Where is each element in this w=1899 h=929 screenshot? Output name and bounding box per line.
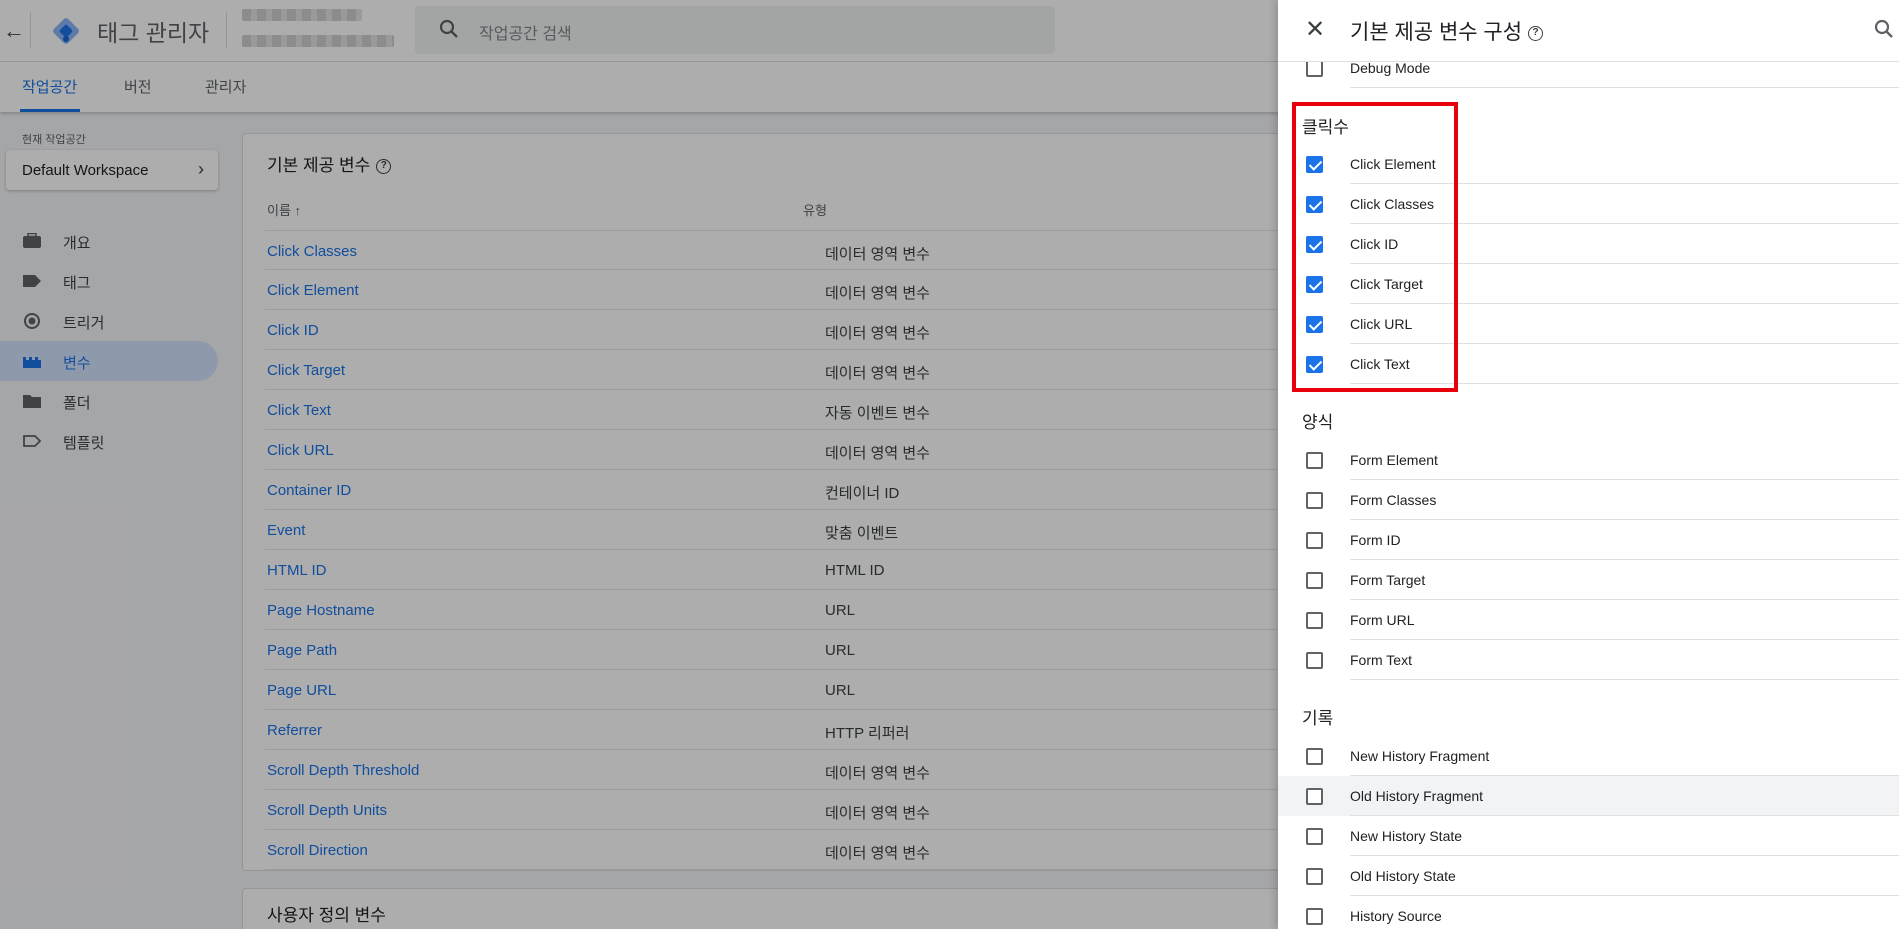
- option-label: Debug Mode: [1350, 60, 1431, 76]
- checkbox[interactable]: [1306, 748, 1323, 765]
- option-label: Form ID: [1350, 532, 1401, 548]
- variable-option[interactable]: Form Element: [1278, 440, 1899, 480]
- divider: [1350, 87, 1899, 88]
- checkbox[interactable]: [1306, 612, 1323, 629]
- checkbox[interactable]: [1306, 908, 1323, 925]
- variable-option[interactable]: New History State: [1278, 816, 1899, 856]
- checkbox[interactable]: [1306, 60, 1323, 77]
- option-label: Form Target: [1350, 572, 1426, 588]
- checkbox[interactable]: [1306, 572, 1323, 589]
- variable-option[interactable]: Form Target: [1278, 560, 1899, 600]
- option-label: Old History Fragment: [1350, 788, 1484, 804]
- drawer-title-text: 기본 제공 변수 구성: [1350, 21, 1523, 44]
- option-label: History Source: [1350, 908, 1442, 924]
- checkbox[interactable]: [1306, 492, 1323, 509]
- checkbox[interactable]: [1306, 452, 1323, 469]
- variable-option[interactable]: New History Fragment: [1278, 736, 1899, 776]
- variable-option[interactable]: Form Text: [1278, 640, 1899, 680]
- variable-option[interactable]: Form ID: [1278, 520, 1899, 560]
- checkbox[interactable]: [1306, 788, 1323, 805]
- close-icon: ✕: [1304, 16, 1326, 43]
- highlight-box: [1292, 102, 1458, 392]
- modal-scrim[interactable]: [0, 0, 1278, 929]
- checkbox[interactable]: [1306, 532, 1323, 549]
- variable-option[interactable]: History Source: [1278, 896, 1899, 929]
- option-label: Form Classes: [1350, 492, 1437, 508]
- option-label: Form URL: [1350, 612, 1415, 628]
- variable-option[interactable]: Old History Fragment: [1278, 776, 1899, 816]
- variable-option[interactable]: Form Classes: [1278, 480, 1899, 520]
- close-button[interactable]: ✕: [1302, 17, 1328, 43]
- option-label: Form Element: [1350, 452, 1438, 468]
- option-label: Form Text: [1350, 652, 1412, 668]
- search-icon[interactable]: [1872, 17, 1896, 41]
- divider: [1350, 679, 1899, 680]
- drawer-header: ✕ 기본 제공 변수 구성?: [1278, 0, 1899, 62]
- drawer-title: 기본 제공 변수 구성?: [1350, 16, 1544, 46]
- help-icon[interactable]: ?: [1528, 25, 1544, 41]
- option-label: Old History State: [1350, 868, 1456, 884]
- variable-option[interactable]: Form URL: [1278, 600, 1899, 640]
- section-title: 양식: [1302, 413, 1334, 432]
- option-label: New History State: [1350, 828, 1463, 844]
- checkbox[interactable]: [1306, 828, 1323, 845]
- option-label: New History Fragment: [1350, 748, 1490, 764]
- checkbox[interactable]: [1306, 652, 1323, 669]
- checkbox[interactable]: [1306, 868, 1323, 885]
- configure-builtin-variables-drawer: Debug Mode 클릭수 Click Element Click Classes C…: [1278, 0, 1899, 929]
- variable-option[interactable]: Old History State: [1278, 856, 1899, 896]
- section-title: 기록: [1302, 709, 1334, 728]
